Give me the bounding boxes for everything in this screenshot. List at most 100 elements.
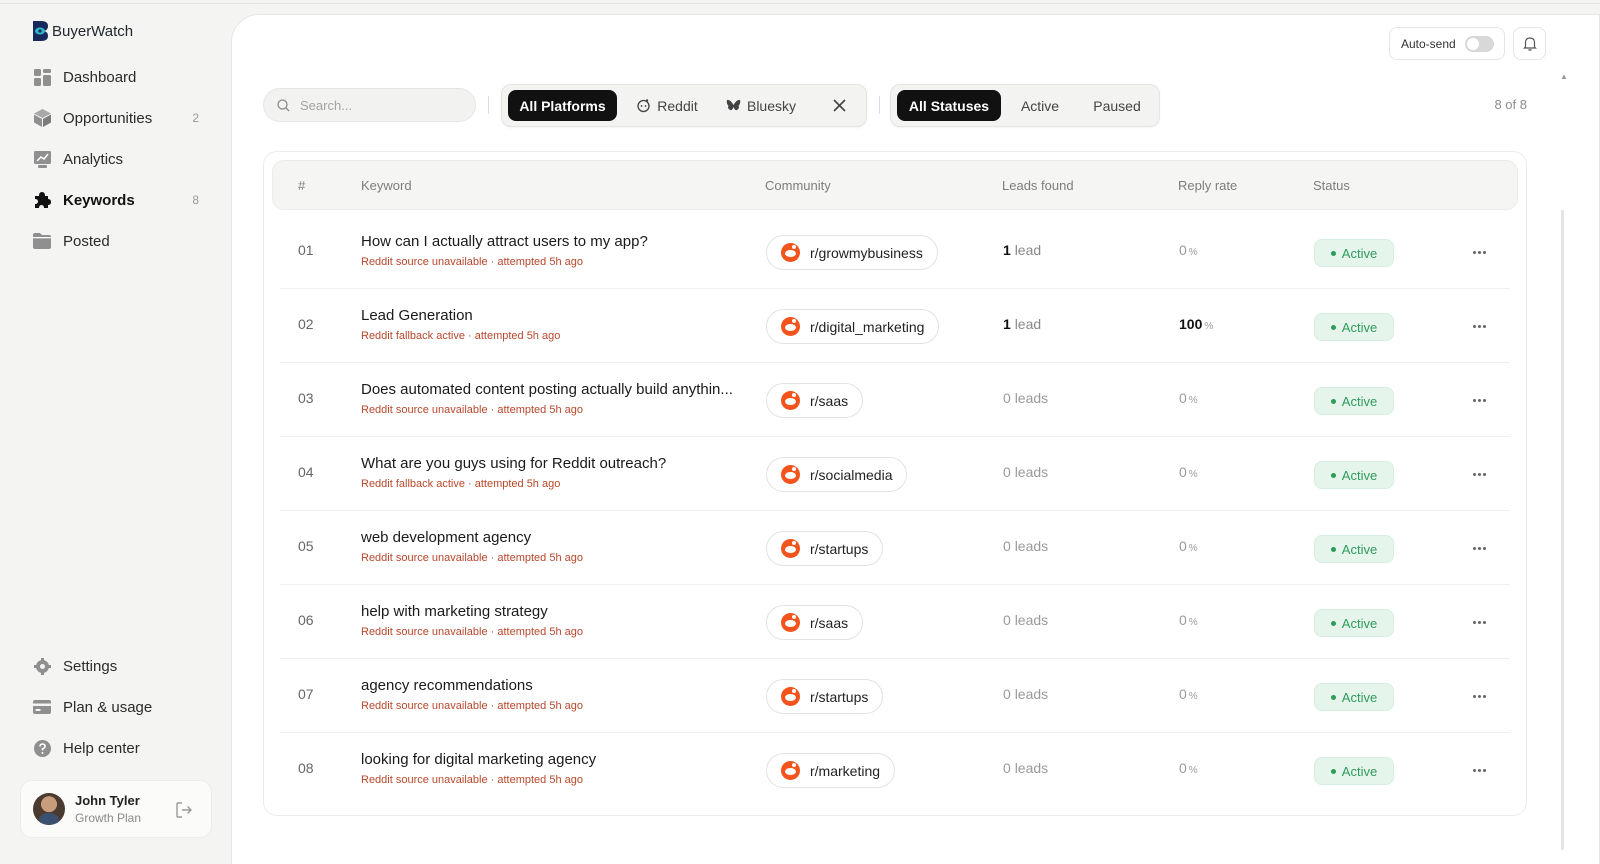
more-icon[interactable] [1469, 391, 1489, 409]
community-chip[interactable]: r/digital_marketing [766, 309, 940, 344]
sidebar-item-dashboard[interactable]: Dashboard [22, 58, 218, 96]
leads-word: lead [1014, 242, 1042, 258]
sidebar-item-label: Keywords [63, 191, 135, 209]
divider [879, 96, 880, 114]
leads-word: leads [1014, 686, 1049, 702]
app-name: BuyerWatch [52, 22, 134, 40]
keyword-title[interactable]: Does automated content posting actually … [361, 381, 733, 398]
status-badge[interactable]: Active [1314, 609, 1394, 637]
autosend-toggle[interactable] [1464, 35, 1494, 52]
app-logo[interactable]: BuyerWatch [32, 20, 133, 42]
sidebar-item-help[interactable]: Help center [22, 729, 218, 767]
sidebar-item-label: Help center [63, 739, 140, 757]
notifications-button[interactable] [1513, 27, 1546, 60]
more-icon[interactable] [1469, 317, 1489, 335]
keyword-title[interactable]: help with marketing strategy [361, 603, 548, 620]
status-badge[interactable]: Active [1314, 387, 1394, 415]
more-icon[interactable] [1469, 243, 1489, 261]
more-icon[interactable] [1469, 539, 1489, 557]
search-box[interactable] [263, 88, 476, 122]
community-chip[interactable]: r/startups [766, 679, 884, 714]
table-row[interactable]: 05 web development agency Reddit source un… [280, 511, 1510, 585]
platform-reddit-button[interactable]: Reddit [626, 90, 708, 121]
sidebar-item-settings[interactable]: Settings [22, 647, 218, 685]
scrollbar[interactable] [1561, 210, 1564, 850]
keyword-source-note: Reddit source unavailable · attempted 5h… [361, 700, 583, 712]
status-dot [1330, 546, 1336, 552]
row-number: 08 [298, 760, 314, 776]
logo-icon [33, 21, 48, 41]
platform-all-button[interactable]: All Platforms [508, 90, 617, 121]
keyword-title[interactable]: How can I actually attract users to my a… [361, 233, 648, 250]
community-label: r/socialmedia [810, 466, 893, 483]
status-active-button[interactable]: Active [1007, 90, 1073, 121]
table-row[interactable]: 08 looking for digital marketing agency Re… [280, 733, 1510, 807]
sidebar-item-label: Analytics [63, 150, 124, 168]
leads-word: leads [1014, 538, 1049, 554]
sidebar-item-opportunities[interactable]: Opportunities 2 [22, 99, 218, 137]
column-header-number: # [298, 178, 306, 193]
community-chip[interactable]: r/growmybusiness [766, 235, 938, 270]
table-row[interactable]: 06 help with marketing strategy Reddit sou… [280, 585, 1510, 659]
status-dot [1330, 768, 1336, 774]
table-row[interactable]: 03 Does automated content posting actuall… [280, 363, 1510, 437]
keyword-source-note: Reddit source unavailable · attempted 5h… [361, 404, 583, 416]
community-chip[interactable]: r/startups [766, 531, 884, 566]
table-row[interactable]: 07 agency recommendations Reddit source un… [280, 659, 1510, 733]
status-badge[interactable]: Active [1314, 313, 1394, 341]
status-badge[interactable]: Active [1314, 757, 1394, 785]
leads-word: lead [1014, 316, 1042, 332]
reply-rate-value: 100 [1179, 316, 1203, 332]
sidebar-item-keywords[interactable]: Keywords 8 [22, 181, 218, 219]
community-chip[interactable]: r/saas [766, 383, 864, 418]
reply-rate-value: 0 [1179, 760, 1187, 776]
table-row[interactable]: 02 Lead Generation Reddit fallback active … [280, 289, 1510, 363]
sidebar-item-plan[interactable]: Plan & usage [22, 688, 218, 726]
leads-found: 0 leads [1003, 686, 1048, 702]
sidebar-item-posted[interactable]: Posted [22, 222, 218, 260]
leads-found: 0 leads [1003, 538, 1048, 554]
reply-rate-unit: % [1204, 321, 1214, 332]
keyword-title[interactable]: agency recommendations [361, 677, 533, 694]
status-all-button[interactable]: All Statuses [897, 90, 1001, 121]
row-number: 04 [298, 464, 314, 480]
search-input[interactable] [300, 97, 460, 113]
autosend-control[interactable]: Auto-send [1389, 27, 1505, 60]
community-chip[interactable]: r/socialmedia [766, 457, 908, 492]
reddit-icon [781, 317, 800, 336]
community-chip[interactable]: r/saas [766, 605, 864, 640]
platform-bluesky-button[interactable]: Bluesky [720, 90, 802, 121]
status-badge[interactable]: Active [1314, 239, 1394, 267]
reply-rate-unit: % [1188, 765, 1198, 776]
more-icon[interactable] [1469, 465, 1489, 483]
keyword-title[interactable]: looking for digital marketing agency [361, 751, 596, 768]
keyword-title[interactable]: Lead Generation [361, 307, 473, 324]
sidebar-item-count: 8 [192, 193, 199, 207]
scroll-up-icon[interactable]: ▲ [1560, 72, 1568, 81]
community-chip[interactable]: r/marketing [766, 753, 896, 788]
more-icon[interactable] [1469, 761, 1489, 779]
status-badge[interactable]: Active [1314, 683, 1394, 711]
logout-icon[interactable] [175, 801, 193, 819]
table-row[interactable]: 01 How can I actually attract users to my… [280, 215, 1510, 289]
community-label: r/startups [810, 688, 869, 705]
reply-rate-value: 0 [1179, 242, 1187, 258]
status-paused-button[interactable]: Paused [1081, 90, 1153, 121]
more-icon[interactable] [1469, 613, 1489, 631]
status-badge[interactable]: Active [1314, 461, 1394, 489]
status-label: Active [1341, 763, 1378, 779]
keyword-title[interactable]: What are you guys using for Reddit outre… [361, 455, 666, 472]
sidebar-item-label: Opportunities [63, 109, 153, 127]
reddit-icon [781, 539, 800, 558]
platform-x-button[interactable] [814, 90, 864, 121]
sidebar-item-analytics[interactable]: Analytics [22, 140, 218, 178]
more-icon[interactable] [1469, 687, 1489, 705]
user-card[interactable]: John Tyler Growth Plan [20, 780, 212, 838]
column-header-keyword: Keyword [361, 178, 412, 193]
status-badge[interactable]: Active [1314, 535, 1394, 563]
reply-rate: 0% [1179, 538, 1198, 554]
keyword-title[interactable]: web development agency [361, 529, 531, 546]
table-row[interactable]: 04 What are you guys using for Reddit out… [280, 437, 1510, 511]
reddit-icon [781, 687, 800, 706]
platform-all-label: All Platforms [519, 97, 606, 114]
